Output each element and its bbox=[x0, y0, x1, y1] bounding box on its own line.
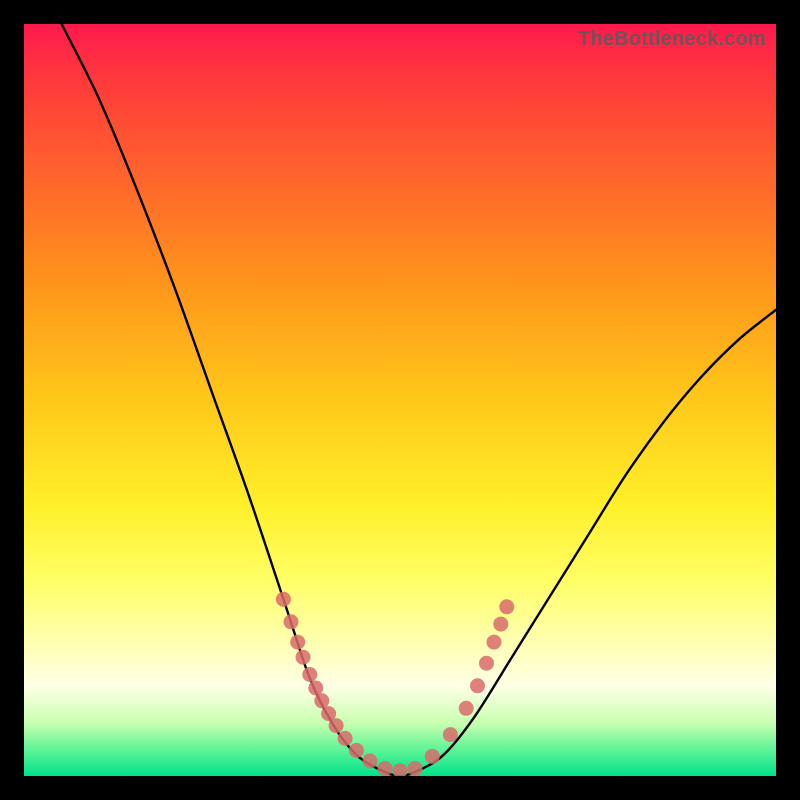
marker-dot bbox=[349, 743, 364, 758]
marker-dot bbox=[276, 592, 291, 607]
marker-dot bbox=[302, 667, 317, 682]
marker-dot bbox=[362, 754, 377, 769]
marker-dot bbox=[479, 656, 494, 671]
marker-dot bbox=[487, 635, 502, 650]
marker-dot bbox=[329, 718, 344, 733]
marker-dot bbox=[470, 678, 485, 693]
marker-dot bbox=[493, 617, 508, 632]
marker-dot bbox=[443, 727, 458, 742]
marker-dot bbox=[393, 763, 408, 776]
marker-dot bbox=[499, 599, 514, 614]
bottleneck-curve bbox=[62, 24, 776, 776]
marker-dot bbox=[308, 681, 323, 696]
marker-dot bbox=[378, 761, 393, 776]
plot-area: TheBottleneck.com bbox=[24, 24, 776, 776]
marker-dot bbox=[408, 761, 423, 776]
marker-dot bbox=[459, 701, 474, 716]
chart-frame: TheBottleneck.com bbox=[0, 0, 800, 800]
curve-markers bbox=[276, 592, 514, 776]
curve-svg bbox=[24, 24, 776, 776]
marker-dot bbox=[290, 635, 305, 650]
marker-dot bbox=[284, 614, 299, 629]
marker-dot bbox=[314, 693, 329, 708]
marker-dot bbox=[338, 731, 353, 746]
marker-dot bbox=[296, 650, 311, 665]
marker-dot bbox=[425, 749, 440, 764]
